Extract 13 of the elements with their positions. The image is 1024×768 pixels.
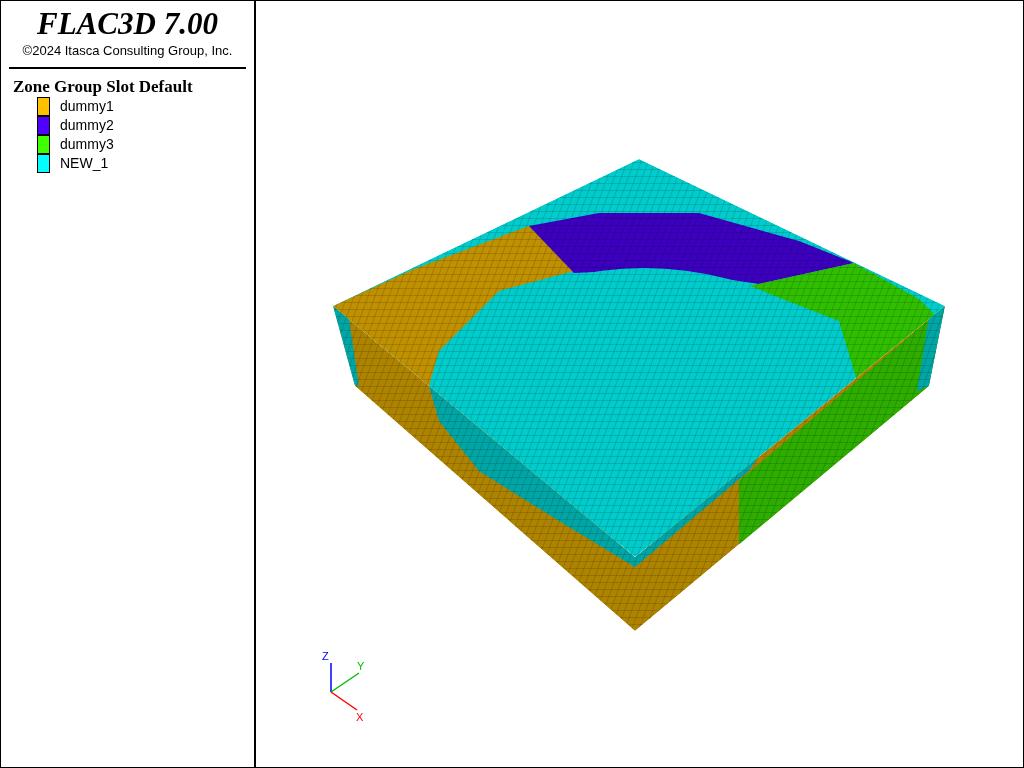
x-axis (330, 691, 358, 711)
legend-label: NEW_1 (60, 154, 109, 173)
y-axis-label: Y (357, 660, 365, 672)
legend-label: dummy3 (60, 135, 114, 154)
copyright-text: ©2024 Itasca Consulting Group, Inc. (21, 43, 234, 59)
x-axis-label: X (356, 711, 364, 723)
legend-label: dummy1 (60, 97, 114, 116)
z-axis (330, 662, 332, 693)
legend-title: Zone Group Slot Default (12, 77, 194, 97)
z-axis-label: Z (322, 650, 329, 662)
legend-label: dummy2 (60, 116, 114, 135)
y-axis (330, 672, 360, 693)
app-title: FLAC3D 7.00 (36, 5, 219, 43)
